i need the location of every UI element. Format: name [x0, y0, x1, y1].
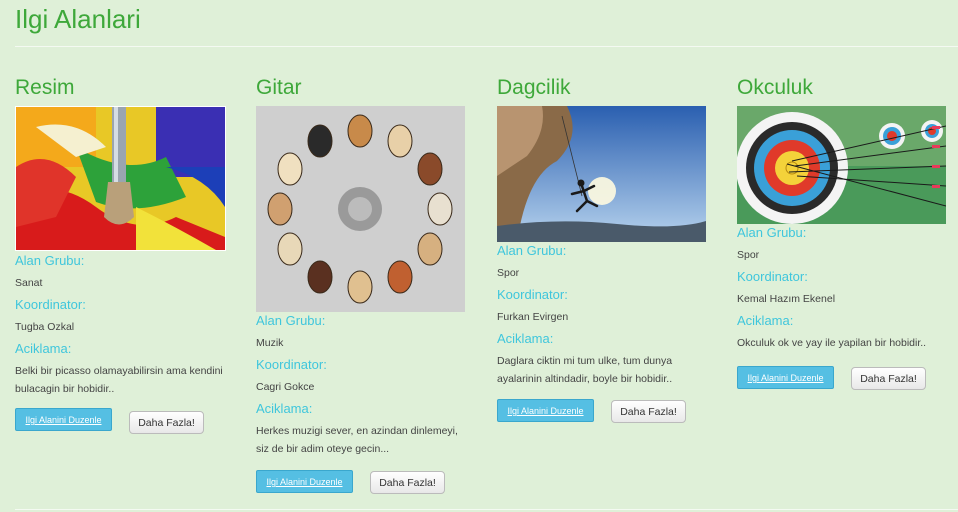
description-line: ayalarinin altindadir, boyle bir hobidir…: [497, 373, 673, 385]
group-label: Alan Grubu:: [256, 313, 326, 328]
description-line: Herkes muzigi sever, en azindan dinlemey…: [256, 425, 458, 437]
card-title: Okculuk: [737, 76, 813, 99]
description-line: bulacagin bir hobidir..: [15, 383, 115, 395]
rock-climber-image: [497, 106, 706, 242]
card-gitar: Gitar Alan Grubu: Muzik Koordinator: Cag…: [256, 74, 471, 494]
more-button[interactable]: Daha Fazla!: [370, 471, 445, 494]
group-value: Spor: [737, 249, 760, 261]
group-label: Alan Grubu:: [15, 253, 85, 268]
edit-interest-button[interactable]: Ilgi Alanini Duzenle: [497, 399, 594, 422]
bottom-divider: [15, 509, 958, 510]
more-button[interactable]: Daha Fazla!: [611, 400, 686, 423]
card-dagcilik: Dagcilik Alan Grubu: Spor Koordinator: F…: [497, 74, 712, 423]
group-label: Alan Grubu:: [497, 243, 567, 258]
group-value: Sanat: [15, 277, 43, 289]
group-value: Muzik: [256, 337, 284, 349]
edit-interest-button[interactable]: Ilgi Alanini Duzenle: [737, 366, 834, 389]
coordinator-value: Cagri Gokce: [256, 381, 315, 393]
card-resim: Resim Alan Grubu: Sanat Koordinator: Tug…: [15, 74, 230, 434]
card-okculuk: Okculuk Alan Grubu: Spor Koordinator: Ke…: [737, 74, 952, 390]
card-title: Dagcilik: [497, 76, 571, 99]
guitars-circle-image: [256, 106, 465, 312]
coordinator-label: Koordinator:: [497, 287, 568, 302]
coordinator-label: Koordinator:: [737, 269, 808, 284]
coordinator-label: Koordinator:: [15, 297, 86, 312]
more-button[interactable]: Daha Fazla!: [851, 367, 926, 390]
group-value: Spor: [497, 267, 520, 279]
coordinator-value: Furkan Evirgen: [497, 311, 569, 323]
title-divider: [15, 46, 958, 47]
edit-interest-button[interactable]: Ilgi Alanini Duzenle: [15, 408, 112, 431]
coordinator-label: Koordinator:: [256, 357, 327, 372]
description-line: Okculuk ok ve yay ile yapilan bir hobidi…: [737, 337, 927, 349]
card-title: Gitar: [256, 76, 302, 99]
description-line: Belki bir picasso olamayabilirsin ama ke…: [15, 365, 223, 377]
page-title: Ilgi Alanlari: [15, 4, 141, 34]
edit-interest-button[interactable]: Ilgi Alanini Duzenle: [256, 470, 353, 493]
card-title: Resim: [15, 76, 75, 99]
description-label: Aciklama:: [15, 341, 72, 356]
archery-target-image: [737, 106, 946, 224]
description-label: Aciklama:: [256, 401, 313, 416]
description-line: siz de bir adim oteye gecin...: [256, 443, 390, 455]
description-label: Aciklama:: [737, 313, 794, 328]
group-label: Alan Grubu:: [737, 225, 807, 240]
more-button[interactable]: Daha Fazla!: [129, 411, 204, 434]
paintbrush-palette-image: [15, 106, 226, 251]
description-label: Aciklama:: [497, 331, 554, 346]
coordinator-value: Tugba Ozkal: [15, 321, 75, 333]
coordinator-value: Kemal Hazım Ekenel: [737, 293, 836, 305]
description-line: Daglara ciktin mi tum ulke, tum dunya: [497, 355, 673, 367]
